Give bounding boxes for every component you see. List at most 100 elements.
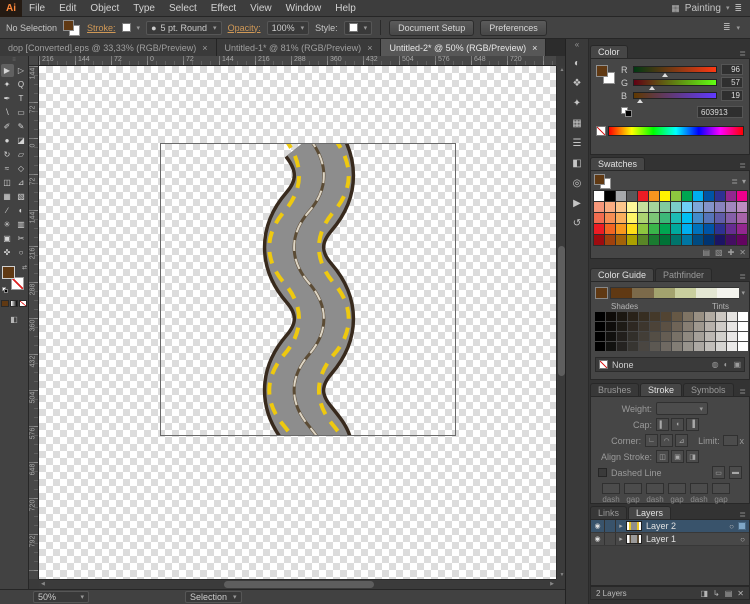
variation-swatch[interactable] — [617, 322, 627, 331]
variation-swatch[interactable] — [683, 322, 693, 331]
new-layer-icon[interactable]: ▤ — [725, 589, 733, 598]
hand-tool[interactable]: ✜ — [1, 246, 14, 259]
status-tool-combo[interactable]: Selection ▾ — [185, 591, 242, 603]
round-cap-button[interactable]: ◖ — [671, 418, 684, 431]
variation-swatch[interactable] — [639, 322, 649, 331]
variation-swatch[interactable] — [628, 342, 638, 351]
swatch[interactable] — [660, 191, 670, 201]
toolbar-grip[interactable]: ≡ — [0, 56, 28, 64]
dash-field[interactable] — [624, 483, 642, 494]
slider-handle[interactable] — [637, 99, 643, 103]
eraser-tool[interactable]: ◪ — [15, 134, 28, 147]
vertical-scroll-thumb[interactable] — [558, 246, 565, 376]
dock-transparency-icon[interactable]: ◧ — [569, 155, 586, 171]
swatch[interactable] — [627, 191, 637, 201]
swatch[interactable] — [660, 235, 670, 245]
blend-tool[interactable]: ◐ — [15, 204, 28, 217]
butt-cap-button[interactable]: ▍ — [656, 418, 669, 431]
brush-definition-combo[interactable]: ● 5 pt. Round ▾ — [146, 21, 222, 35]
swatch[interactable] — [737, 224, 747, 234]
harmony-chip[interactable] — [717, 288, 738, 298]
vertical-ruler[interactable]: 14472072144216288360432504576648720792 — [29, 66, 39, 579]
swatch-libraries-icon[interactable]: ▤ — [702, 248, 710, 257]
swatch[interactable] — [594, 202, 604, 212]
swatch[interactable] — [737, 202, 747, 212]
color-spectrum-bar[interactable] — [608, 126, 744, 136]
controlbar-panel-icon[interactable]: ≣ — [723, 22, 731, 33]
variation-swatch[interactable] — [628, 322, 638, 331]
tab-close-icon[interactable]: × — [202, 43, 207, 53]
artboard[interactable] — [160, 143, 456, 436]
variation-swatch[interactable] — [694, 312, 704, 321]
swatch[interactable] — [627, 213, 637, 223]
layer-name[interactable]: Layer 2 — [646, 521, 676, 531]
dash-field[interactable] — [646, 483, 664, 494]
dash-field[interactable] — [712, 483, 730, 494]
swatch[interactable] — [693, 224, 703, 234]
variation-swatch[interactable] — [628, 332, 638, 341]
swatch[interactable] — [715, 235, 725, 245]
swatch[interactable] — [638, 213, 648, 223]
fill-color-chip[interactable] — [63, 20, 74, 31]
target-circle-icon[interactable]: ○ — [729, 522, 734, 531]
visibility-eye-icon[interactable]: ◉ — [591, 533, 605, 545]
layer-row[interactable]: ◉▸Layer 2○ — [591, 520, 749, 533]
tab-links[interactable]: Links — [590, 506, 627, 519]
opacity-combo[interactable]: 100% ▾ — [267, 21, 310, 35]
zoom-tool[interactable]: ○ — [15, 246, 28, 259]
free-transform-tool[interactable]: ◇ — [15, 162, 28, 175]
none-swatch[interactable] — [599, 360, 608, 369]
harmony-chip[interactable] — [654, 288, 675, 298]
swatch[interactable] — [605, 224, 615, 234]
swatch[interactable] — [704, 235, 714, 245]
line-segment-tool[interactable]: ∖ — [1, 106, 14, 119]
new-color-group-icon[interactable]: ▧ — [715, 248, 723, 257]
swatch[interactable] — [715, 213, 725, 223]
variation-swatch[interactable] — [595, 342, 605, 351]
stroke-caret-icon[interactable]: ▾ — [137, 24, 141, 32]
dock-appearance-icon[interactable]: ✦ — [569, 95, 586, 111]
variation-swatch[interactable] — [650, 312, 660, 321]
swatch[interactable] — [649, 191, 659, 201]
app-logo-icon[interactable]: Ai — [0, 0, 22, 17]
variation-swatch[interactable] — [727, 322, 737, 331]
menu-object[interactable]: Object — [83, 0, 126, 16]
horizontal-scroll-thumb[interactable] — [224, 581, 374, 588]
lock-cell[interactable] — [605, 520, 616, 532]
variation-swatch[interactable] — [661, 332, 671, 341]
variation-swatch[interactable] — [738, 312, 748, 321]
mesh-tool[interactable]: ▦ — [1, 190, 14, 203]
dock-transform-icon[interactable]: ❖ — [569, 75, 586, 91]
stroke-panel-menu-icon[interactable]: ≣ — [739, 387, 750, 396]
variation-swatch[interactable] — [606, 322, 616, 331]
variation-swatch[interactable] — [672, 332, 682, 341]
channel-value-g[interactable]: 57 — [721, 77, 743, 88]
swatch[interactable] — [660, 213, 670, 223]
menu-effect[interactable]: Effect — [204, 0, 243, 16]
harmony-chip[interactable] — [632, 288, 653, 298]
channel-value-b[interactable]: 19 — [721, 90, 743, 101]
swatch[interactable] — [616, 213, 626, 223]
swatch[interactable] — [616, 224, 626, 234]
document-tab[interactable]: Untitled-2* @ 50% (RGB/Preview)× — [381, 39, 546, 56]
dock-navigator-icon[interactable]: ◎ — [569, 175, 586, 191]
swatch[interactable] — [649, 202, 659, 212]
artboard-tool[interactable]: ▣ — [1, 232, 14, 245]
default-fill-stroke-icon[interactable] — [2, 287, 9, 294]
variation-swatch[interactable] — [672, 322, 682, 331]
dash-field[interactable] — [602, 483, 620, 494]
delete-layer-icon[interactable]: ✕ — [737, 589, 744, 598]
visibility-eye-icon[interactable]: ◉ — [591, 520, 605, 532]
limit-colors-icon[interactable]: ◍ — [712, 360, 719, 369]
direct-selection-tool[interactable]: ▷ — [15, 64, 28, 77]
stroke-link[interactable]: Stroke: — [87, 23, 116, 33]
channel-slider-b[interactable] — [633, 92, 717, 99]
horizontal-scrollbar[interactable]: ◀ ▶ — [39, 579, 556, 589]
color-mode-button[interactable] — [1, 300, 9, 307]
tab-color[interactable]: Color — [590, 45, 628, 58]
gradient-tool[interactable]: ▧ — [15, 190, 28, 203]
swatch[interactable] — [638, 224, 648, 234]
dock-graphic-styles-icon[interactable]: ▦ — [569, 115, 586, 131]
swatch[interactable] — [693, 202, 703, 212]
swatch[interactable] — [726, 191, 736, 201]
